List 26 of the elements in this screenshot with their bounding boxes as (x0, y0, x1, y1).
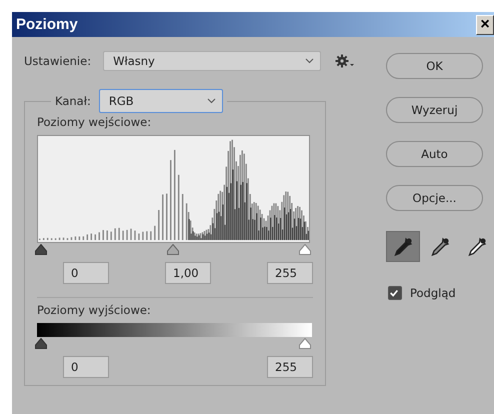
dialog-button[interactable]: Opcje... (386, 185, 483, 211)
checkmark-icon (389, 288, 399, 298)
preset-label: Ustawienie: (24, 54, 92, 68)
preview-checkbox[interactable] (388, 286, 402, 300)
gear-menu-icon[interactable] (335, 54, 356, 68)
output-levels-label: Poziomy wyjściowe: (37, 303, 152, 317)
dialog-button[interactable]: Auto (386, 141, 483, 167)
dialog-button[interactable]: OK (386, 53, 483, 79)
input-levels-label: Poziomy wejściowe: (37, 115, 152, 129)
level-input[interactable]: 0 (63, 356, 109, 378)
channel-dropdown[interactable]: RGB (98, 89, 223, 113)
window-title: Poziomy (16, 16, 78, 33)
preview-label: Podgląd (410, 286, 456, 300)
eyedropper-icon (392, 236, 414, 258)
eyedropper-icon (466, 236, 488, 258)
level-input[interactable]: 0 (63, 262, 109, 284)
chevron-down-icon (305, 58, 314, 64)
eyedropper-icon (429, 236, 451, 258)
dialog-button[interactable]: Wyzeruj (386, 97, 483, 123)
level-input[interactable]: 255 (267, 356, 313, 378)
preset-dropdown[interactable]: Własny (103, 51, 322, 71)
level-input[interactable]: 255 (267, 262, 313, 284)
chevron-down-icon (206, 98, 216, 104)
channel-label: Kanał: (55, 94, 91, 108)
close-button[interactable]: × (476, 14, 494, 34)
level-input[interactable]: 1,00 (165, 262, 211, 284)
